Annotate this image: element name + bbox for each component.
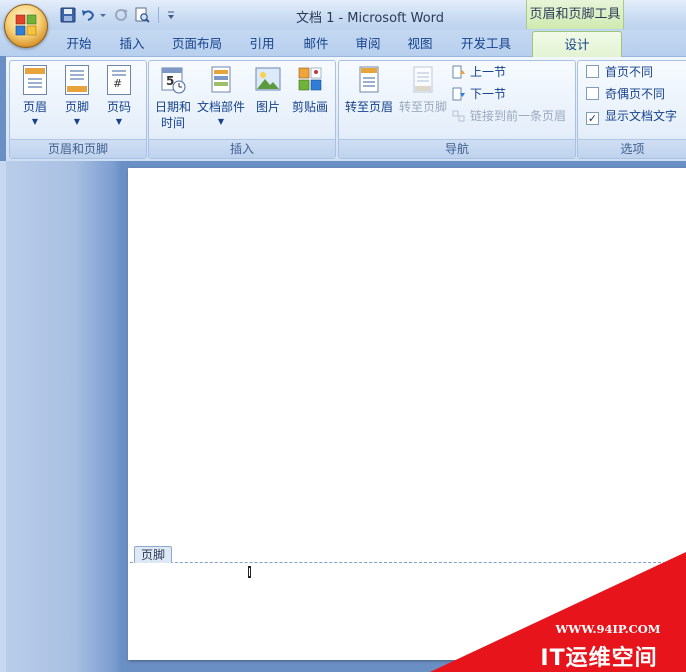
go-to-footer-label: 转至页脚 [398, 100, 447, 114]
tab-view[interactable]: 视图 [400, 34, 440, 54]
header-button[interactable]: 页眉 ▼ [16, 65, 54, 126]
previous-section-button[interactable]: 上一节 [452, 63, 506, 81]
tab-review[interactable]: 审阅 [348, 34, 388, 54]
quick-parts-icon [211, 66, 231, 93]
go-to-header-button[interactable]: 转至页眉 [343, 65, 395, 115]
redo-icon[interactable] [113, 7, 129, 23]
navigation-group: 转至页眉 转至页脚 上一节 下一节 链接到前一条页眉 导航 [338, 60, 576, 159]
watermark-brand: IT运维空间 [540, 646, 658, 671]
insert-group-label: 插入 [149, 139, 335, 158]
watermark-url: WWW.94IP.COM [555, 622, 661, 636]
footer-icon [64, 65, 90, 95]
clip-art-icon [298, 67, 322, 91]
header-dropdown-icon: ▼ [31, 117, 39, 126]
text-cursor-highlight [249, 568, 250, 576]
different-odd-even-label: 奇偶页不同 [605, 87, 666, 101]
tab-design[interactable]: 设计 [532, 31, 622, 57]
page-number-icon: # [106, 65, 132, 95]
go-to-footer-button[interactable]: 转至页脚 [397, 65, 449, 115]
quick-parts-button[interactable]: 文档部件 ▼ [194, 65, 248, 126]
tab-references[interactable]: 引用 [242, 34, 282, 54]
tab-insert[interactable]: 插入 [112, 34, 152, 54]
next-section-label: 下一节 [470, 87, 507, 101]
print-preview-icon[interactable] [134, 7, 150, 23]
insert-group: 5 日期和 时间 文档部件 ▼ 图片 剪贴画 插入 [148, 60, 336, 159]
footer-tag: 页脚 [134, 546, 173, 563]
header-icon [22, 65, 48, 95]
document-page[interactable] [128, 168, 686, 660]
picture-icon [255, 67, 281, 91]
quick-parts-dropdown-icon: ▼ [217, 117, 225, 126]
different-odd-even-checkbox[interactable]: 奇偶页不同 [586, 85, 665, 103]
context-tab-group-title: 页眉和页脚工具 [526, 0, 624, 29]
previous-section-label: 上一节 [470, 65, 507, 79]
footer-dropdown-icon: ▼ [73, 117, 81, 126]
qat-separator [158, 7, 159, 23]
different-first-page-box[interactable] [586, 65, 599, 78]
undo-icon[interactable] [80, 7, 96, 23]
page-number-dropdown-icon: ▼ [115, 117, 123, 126]
header-button-label: 页眉 [22, 100, 47, 114]
customize-dropdown-icon[interactable] [166, 8, 176, 22]
page-number-button[interactable]: # 页码 ▼ [100, 65, 138, 126]
clip-art-button[interactable]: 剪贴画 [289, 65, 331, 115]
undo-dropdown-icon[interactable] [99, 8, 107, 22]
link-to-previous-button[interactable]: 链接到前一条页眉 [452, 107, 566, 125]
header-footer-group: 页眉 ▼ 页脚 ▼ # 页码 ▼ 页眉和页脚 [9, 60, 147, 159]
tab-mailings[interactable]: 邮件 [296, 34, 336, 54]
navigation-group-label: 导航 [339, 139, 575, 158]
header-footer-group-label: 页眉和页脚 [10, 139, 146, 158]
save-icon[interactable] [60, 7, 76, 23]
show-document-text-box[interactable]: ✓ [586, 112, 599, 125]
date-time-button[interactable]: 5 日期和 时间 [152, 65, 194, 131]
office-button[interactable] [4, 4, 48, 48]
next-section-icon [452, 87, 465, 101]
footer-button-label: 页脚 [64, 100, 89, 114]
office-logo-icon [15, 14, 37, 36]
go-to-header-label: 转至页眉 [344, 100, 393, 114]
different-odd-even-box[interactable] [586, 87, 599, 100]
show-document-text-label: 显示文档文字 [605, 109, 678, 123]
footer-boundary-line [130, 562, 686, 563]
picture-label: 图片 [255, 100, 280, 114]
tab-page-layout[interactable]: 页面布局 [166, 34, 228, 54]
go-to-footer-icon [413, 66, 433, 93]
date-time-label-line1: 日期和 [154, 100, 191, 114]
page-number-button-label: 页码 [106, 100, 131, 114]
previous-section-icon [452, 65, 465, 79]
date-time-icon: 5 [161, 67, 186, 94]
options-group: 首页不同 奇偶页不同 ✓ 显示文档文字 选项 [577, 60, 686, 159]
tab-home[interactable]: 开始 [58, 34, 100, 54]
go-to-header-icon [359, 66, 379, 93]
show-document-text-checkbox[interactable]: ✓ 显示文档文字 [586, 107, 677, 125]
picture-button[interactable]: 图片 [250, 65, 286, 115]
tab-developer[interactable]: 开发工具 [454, 34, 518, 54]
date-time-label-line2: 时间 [160, 116, 185, 130]
link-to-previous-label: 链接到前一条页眉 [470, 109, 567, 123]
options-group-label: 选项 [578, 139, 686, 158]
different-first-page-label: 首页不同 [605, 65, 654, 79]
next-section-button[interactable]: 下一节 [452, 85, 506, 103]
clip-art-label: 剪贴画 [291, 100, 328, 114]
different-first-page-checkbox[interactable]: 首页不同 [586, 63, 653, 81]
quick-parts-label: 文档部件 [196, 100, 245, 114]
link-to-previous-icon [452, 110, 465, 122]
window-title: 文档 1 - Microsoft Word [295, 11, 445, 26]
footer-button[interactable]: 页脚 ▼ [58, 65, 96, 126]
